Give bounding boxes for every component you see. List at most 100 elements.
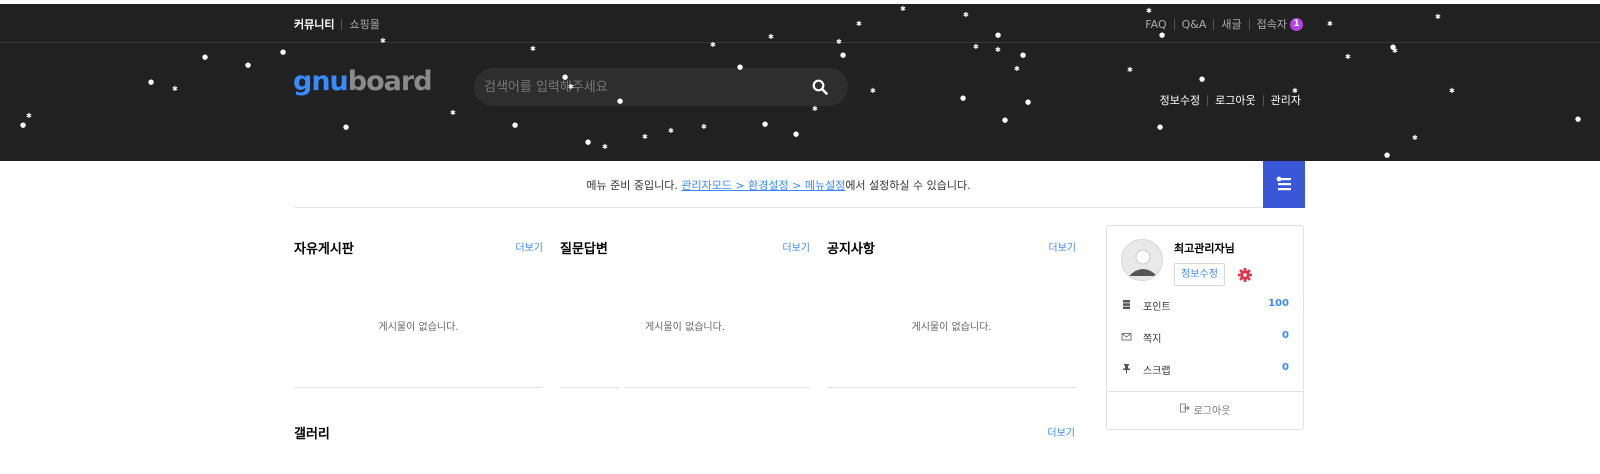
divider (1262, 94, 1264, 106)
more-link[interactable]: 더보기 (1048, 239, 1076, 254)
memo-label: 쪽지 (1143, 334, 1162, 345)
logo-part1: gnu (293, 66, 349, 97)
search-box (474, 68, 848, 106)
member-name: 최고관리자님 (1174, 242, 1235, 255)
snowflake: ● (1575, 115, 1582, 123)
visitors-count-badge: 1 (1290, 17, 1303, 31)
memo-value: 0 (1282, 330, 1289, 341)
latest-gallery: 갤러리 더보기 (294, 414, 1075, 454)
snowflake: ● (840, 51, 847, 59)
menu-icon (1276, 176, 1291, 191)
site-header: 커뮤니티 쇼핑몰 FAQ Q&A 새글 접속자 1 gnuboard 정보수정 … (0, 4, 1600, 161)
divider (1207, 94, 1209, 106)
snowflake: ✱ (900, 5, 906, 13)
empty-message: 게시물이 없습니다. (378, 322, 459, 333)
snowflake: ✱ (963, 11, 969, 19)
community-link[interactable]: 커뮤니티 (294, 16, 334, 32)
main-menu-bar: 메뉴 준비 중입니다. 관리자모드 > 환경설정 > 메뉴설정에서 설정하실 수… (294, 161, 1305, 208)
snowflake: ● (562, 73, 569, 81)
faq-link[interactable]: FAQ (1145, 18, 1166, 31)
snowflake: ● (1020, 51, 1027, 59)
new-posts-link[interactable]: 새글 (1221, 16, 1241, 32)
edit-info-button[interactable]: 정보수정 (1174, 263, 1225, 286)
visitors-link[interactable]: 접속자 (1257, 16, 1287, 32)
logout-label: 로그아웃 (1193, 406, 1231, 417)
logout-button[interactable]: 로그아웃 (1107, 391, 1303, 429)
snowflake: ✱ (1345, 53, 1351, 61)
snowflake: ● (1390, 43, 1397, 51)
scrap-label: 스크랩 (1143, 366, 1171, 377)
snowflake: ● (280, 48, 287, 56)
snowflake: ✱ (26, 112, 32, 120)
divider (624, 387, 810, 388)
scrap-value: 0 (1282, 362, 1289, 373)
more-link[interactable]: 더보기 (1047, 424, 1075, 439)
memo-row[interactable]: 쪽지 0 (1121, 328, 1289, 346)
logout-link[interactable]: 로그아웃 (1215, 92, 1255, 108)
top-nav-bar: 커뮤니티 쇼핑몰 FAQ Q&A 새글 접속자 1 (0, 4, 1600, 43)
snowflake: ● (995, 31, 1002, 39)
snowflake: ✱ (642, 133, 648, 141)
qa-link[interactable]: Q&A (1182, 18, 1207, 31)
snowflake: ● (617, 97, 624, 105)
snowflake: ✱ (973, 43, 979, 51)
divider (1173, 18, 1175, 30)
snowflake: ✱ (812, 105, 818, 113)
menu-notice-prefix: 메뉴 준비 중입니다. (586, 179, 682, 192)
snowflake: ● (585, 138, 592, 146)
snowflake: ✱ (1412, 134, 1418, 142)
latest-board-qa: 질문답변 더보기 게시물이 없습니다. (560, 230, 810, 388)
divider (341, 18, 343, 30)
snowflake: ✱ (768, 33, 774, 41)
database-icon (1121, 299, 1132, 310)
snowflake: ✱ (1127, 66, 1133, 74)
site-logo[interactable]: gnuboard (293, 66, 433, 97)
top-nav-right: FAQ Q&A 새글 접속자 1 (1145, 16, 1303, 32)
more-link[interactable]: 더보기 (782, 239, 810, 254)
snowflake: ● (1025, 98, 1032, 106)
point-value: 100 (1268, 298, 1289, 309)
board-title: 자유게시판 (294, 242, 354, 257)
shopping-link[interactable]: 쇼핑몰 (349, 16, 379, 32)
latest-board-free: 자유게시판 더보기 게시물이 없습니다. (294, 230, 543, 388)
snowflake: ✱ (701, 123, 707, 131)
avatar (1121, 239, 1163, 281)
snowflake: ✱ (1146, 7, 1152, 15)
snowflake: ✱ (710, 41, 716, 49)
snowflake: ✱ (602, 143, 608, 151)
snowflake: ✱ (1327, 20, 1333, 28)
snowflake: ● (737, 63, 744, 71)
gear-icon[interactable] (1238, 267, 1252, 282)
point-row[interactable]: 포인트 100 (1121, 296, 1289, 314)
snowflake: ✱ (568, 83, 574, 91)
snowflake: ● (793, 130, 800, 138)
point-label: 포인트 (1143, 302, 1171, 313)
snowflake: ✱ (836, 38, 842, 46)
more-link[interactable]: 더보기 (515, 239, 543, 254)
snowflake: ✱ (1014, 65, 1020, 73)
snowflake: ✱ (1292, 87, 1298, 95)
top-nav-left: 커뮤니티 쇼핑몰 (294, 16, 380, 32)
menu-empty-notice: 메뉴 준비 중입니다. 관리자모드 > 환경설정 > 메뉴설정에서 설정하실 수… (294, 177, 1263, 193)
snowflake: ✱ (1435, 13, 1441, 21)
scrap-row[interactable]: 스크랩 0 (1121, 360, 1289, 378)
snowflake: ● (202, 53, 209, 61)
all-menu-button[interactable] (1263, 161, 1305, 208)
snowflake: ✱ (995, 46, 1001, 54)
snowflake: ● (1384, 151, 1391, 159)
divider (1213, 18, 1215, 30)
search-input[interactable] (484, 68, 784, 106)
snowflake: ● (762, 120, 769, 128)
snowflake: ● (20, 121, 27, 129)
outlogin-box: 최고관리자님 정보수정 포인트 100 쪽지 0 스크랩 0 로그아웃 (1106, 225, 1304, 430)
snowflake: ● (148, 78, 155, 86)
thumbtack-icon (1121, 363, 1132, 374)
snowflake: ✱ (530, 45, 536, 53)
menu-settings-link[interactable]: 관리자모드 > 환경설정 > 메뉴설정 (681, 179, 845, 192)
search-icon[interactable] (812, 79, 828, 95)
logo-part2: board (347, 66, 433, 97)
empty-message: 게시물이 없습니다. (645, 322, 725, 333)
snowflake: ✱ (668, 127, 674, 135)
edit-info-link[interactable]: 정보수정 (1160, 92, 1200, 108)
snowflake: ● (1199, 75, 1206, 83)
